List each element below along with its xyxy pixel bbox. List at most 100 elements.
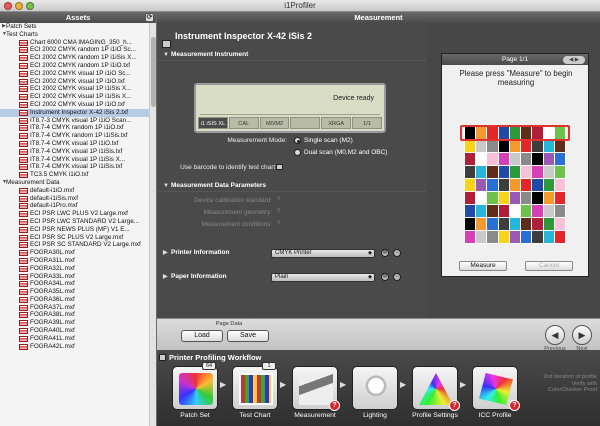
sidebar-group[interactable]: ▼ Test Charts	[0, 31, 150, 39]
load-button[interactable]: Load	[181, 330, 223, 342]
chart-patch	[476, 205, 487, 217]
step-label: Patch Set	[180, 412, 210, 419]
sidebar-item-test-chart[interactable]: ECI 2002 CMYK visual 1P i1iSis X...	[0, 85, 150, 93]
sidebar-item-test-chart[interactable]: IT8.7-4 CMYK visual 1P i1iSis.txf	[0, 148, 150, 156]
paper-settings-button[interactable]: ✲	[381, 273, 389, 281]
sidebar-item-test-chart[interactable]: IT8.7-4 CMYK visual 1P i1iSis X...	[0, 156, 150, 164]
sidebar-item-test-chart[interactable]: ECI 2002 CMYK visual 1P i1iO.txf	[0, 101, 150, 109]
settings-pane: Instrument Inspector X-42 iSis 2 ▼ Measu…	[157, 23, 427, 318]
sidebar-item-measurement[interactable]: FOGRA35L.mxf	[0, 288, 150, 296]
barcode-checkbox[interactable]	[276, 164, 283, 170]
dual-scan-radio[interactable]	[294, 149, 301, 156]
sidebar-item-measurement[interactable]: FOGRA31L.mxf	[0, 257, 150, 265]
chart-patch	[554, 231, 565, 243]
scrollbar-thumb[interactable]	[151, 37, 156, 107]
section-measurement-instrument[interactable]: ▼ Measurement Instrument	[157, 49, 427, 61]
measurement-file-icon	[19, 304, 28, 311]
measurement-file-icon	[19, 226, 28, 233]
chart-patch	[554, 153, 565, 165]
measurement-file-icon	[19, 335, 28, 342]
test-chart-file-icon	[19, 133, 28, 140]
single-scan-radio[interactable]	[294, 137, 301, 144]
sidebar-group[interactable]: ▶ Patch Sets	[0, 23, 150, 31]
chart-patch	[543, 166, 554, 178]
test-chart-file-icon	[19, 172, 28, 179]
sidebar-item-test-chart[interactable]: ECI 2002 CMYK visual 1P i1iSis X...	[0, 93, 150, 101]
chart-patch	[476, 231, 487, 243]
sidebar-group[interactable]: ▼ Measurement Data	[0, 179, 150, 187]
printer-select[interactable]: CMYK Printer ◆	[271, 249, 375, 258]
printer-remove-button[interactable]: −	[393, 249, 401, 257]
paper-remove-button[interactable]: −	[393, 273, 401, 281]
preview-header: Page 1/1 ◀ ▶	[442, 54, 588, 65]
measurement-file-icon	[19, 289, 28, 296]
step-patch-set[interactable]	[172, 366, 218, 410]
printer-settings-button[interactable]: ✲	[381, 249, 389, 257]
disclosure-right-icon[interactable]: ▶	[2, 23, 6, 31]
sidebar-item-measurement[interactable]: ECI PSR LWC STANDARD V2 Large...	[0, 218, 150, 226]
sidebar-item-measurement[interactable]: FOGRA30L.mxf	[0, 249, 150, 257]
sidebar-item-measurement[interactable]: default-i1Pro.mxf	[0, 202, 150, 210]
help-icon: ?	[277, 209, 281, 215]
chart-patch	[521, 179, 532, 191]
sidebar-item-measurement[interactable]: ECI PSR SC PLUS V2 Large.mxf	[0, 234, 150, 242]
device-status: Device ready	[333, 95, 374, 102]
section-data-parameters[interactable]: ▼ Measurement Data Parameters	[157, 180, 427, 192]
sidebar-item-measurement[interactable]: FOGRA37L.mxf	[0, 304, 150, 312]
lcd-segment: 1/1	[352, 117, 382, 129]
step-label: Test Chart	[239, 412, 271, 419]
sidebar-item-label: IT8.7-4 CMYK visual 1P i1iSis X...	[30, 155, 126, 163]
step-lighting[interactable]	[352, 366, 398, 410]
refresh-icon[interactable]: ⟳	[145, 13, 154, 22]
cancel-button[interactable]: Cancel	[525, 261, 573, 271]
sidebar-item-measurement[interactable]: FOGRA39L.mxf	[0, 319, 150, 327]
sidebar-item-test-chart[interactable]: IT8.7-3 CMYK visual 1P i1iO Scan...	[0, 117, 150, 125]
instrument-icon	[162, 40, 171, 48]
sidebar-item-measurement[interactable]: FOGRA41L.mxf	[0, 335, 150, 343]
sidebar-item-label: ECI 2002 CMYK visual 1P i1iO Sc...	[30, 69, 131, 77]
step-test-chart[interactable]	[232, 366, 278, 410]
sidebar-item-measurement[interactable]: FOGRA32L.mxf	[0, 265, 150, 273]
disclosure-down-icon[interactable]: ▼	[2, 31, 7, 39]
test-chart-file-icon	[19, 125, 28, 132]
sidebar-item-measurement[interactable]: FOGRA36L.mxf	[0, 296, 150, 304]
sidebar-item-measurement[interactable]: ECI PSR SC STANDARD V2 Large.mxf	[0, 241, 150, 249]
save-button[interactable]: Save	[227, 330, 269, 342]
measure-button[interactable]: Measure	[459, 261, 507, 271]
sidebar-item-measurement[interactable]: FOGRA33L.mxf	[0, 273, 150, 281]
chart-patch	[498, 179, 509, 191]
single-scan-label: Single scan (M2)	[304, 137, 353, 144]
sidebar-item-measurement[interactable]: FOGRA34L.mxf	[0, 280, 150, 288]
sidebar-item-test-chart[interactable]: ECI 2002 CMYK visual 1P i1iO Sc...	[0, 70, 150, 78]
disclosure-down-icon[interactable]: ▼	[2, 179, 7, 187]
sidebar-item-measurement[interactable]: default-i1iO.mxf	[0, 187, 150, 195]
sidebar-item-measurement[interactable]: FOGRA38L.mxf	[0, 311, 150, 319]
sidebar-item-test-chart[interactable]: IT8.7-4 CMYK random 1P i1iSis.txf	[0, 132, 150, 140]
sidebar-item-measurement[interactable]: ECI PSR LWC PLUS V2 Large.mxf	[0, 210, 150, 218]
test-chart-file-icon	[19, 62, 28, 69]
paper-select[interactable]: Plain ◆	[271, 273, 375, 282]
sidebar-item-measurement[interactable]: ECI PSR NEWS PLUS (MF) V1 E...	[0, 226, 150, 234]
sidebar-item-test-chart[interactable]: IT8.7-4 CMYK visual 1P i1iSis.txf	[0, 163, 150, 171]
sidebar-item-label: ECI PSR SC STANDARD V2 Large.mxf	[30, 241, 141, 249]
sidebar-item-test-chart[interactable]: IT8.7-4 CMYK visual 1P i1iO.txf	[0, 140, 150, 148]
sidebar-item-test-chart[interactable]: ECI 2002 CMYK visual 1P i1iO.txf	[0, 78, 150, 86]
sidebar-item-test-chart[interactable]: ECI 2002 CMYK random 1P i1iO.txf	[0, 62, 150, 70]
section-label: Measurement Data Parameters	[171, 182, 267, 189]
sidebar-item-test-chart[interactable]: ECI 2002 CMYK random 1P i1iSis X...	[0, 54, 150, 62]
sidebar-item-measurement[interactable]: FOGRA40L.mxf	[0, 327, 150, 335]
sidebar-item-test-chart[interactable]: ECI 2002 CMYK random 1P i1iO Sc...	[0, 46, 150, 54]
measurement-file-icon	[19, 203, 28, 210]
sidebar-item-measurement[interactable]: FOGRA42L.mxf	[0, 343, 150, 351]
sidebar-item-test-chart[interactable]: Instrument Inspector X-42 iSis 2.txf	[0, 108, 150, 117]
page-nav-arrows[interactable]: ◀ ▶	[563, 55, 585, 64]
section-label: Printer Information	[171, 249, 230, 256]
sidebar-item-test-chart[interactable]: Chart 6000 CMA IMAGING_350_h...	[0, 39, 150, 47]
sidebar-item-label: FOGRA31L.mxf	[30, 256, 75, 264]
previous-button[interactable]: ◀	[545, 325, 565, 345]
sidebar-item-measurement[interactable]: default-i1iSis.mxf	[0, 195, 150, 203]
next-button[interactable]: ▶	[572, 325, 592, 345]
sidebar-item-test-chart[interactable]: IT8.7-4 CMYK random 1P i1iO.txf	[0, 124, 150, 132]
sidebar-scrollbar[interactable]	[149, 23, 156, 426]
sidebar-item-test-chart[interactable]: TC3.5 CMYK i1iO.txf	[0, 171, 150, 179]
